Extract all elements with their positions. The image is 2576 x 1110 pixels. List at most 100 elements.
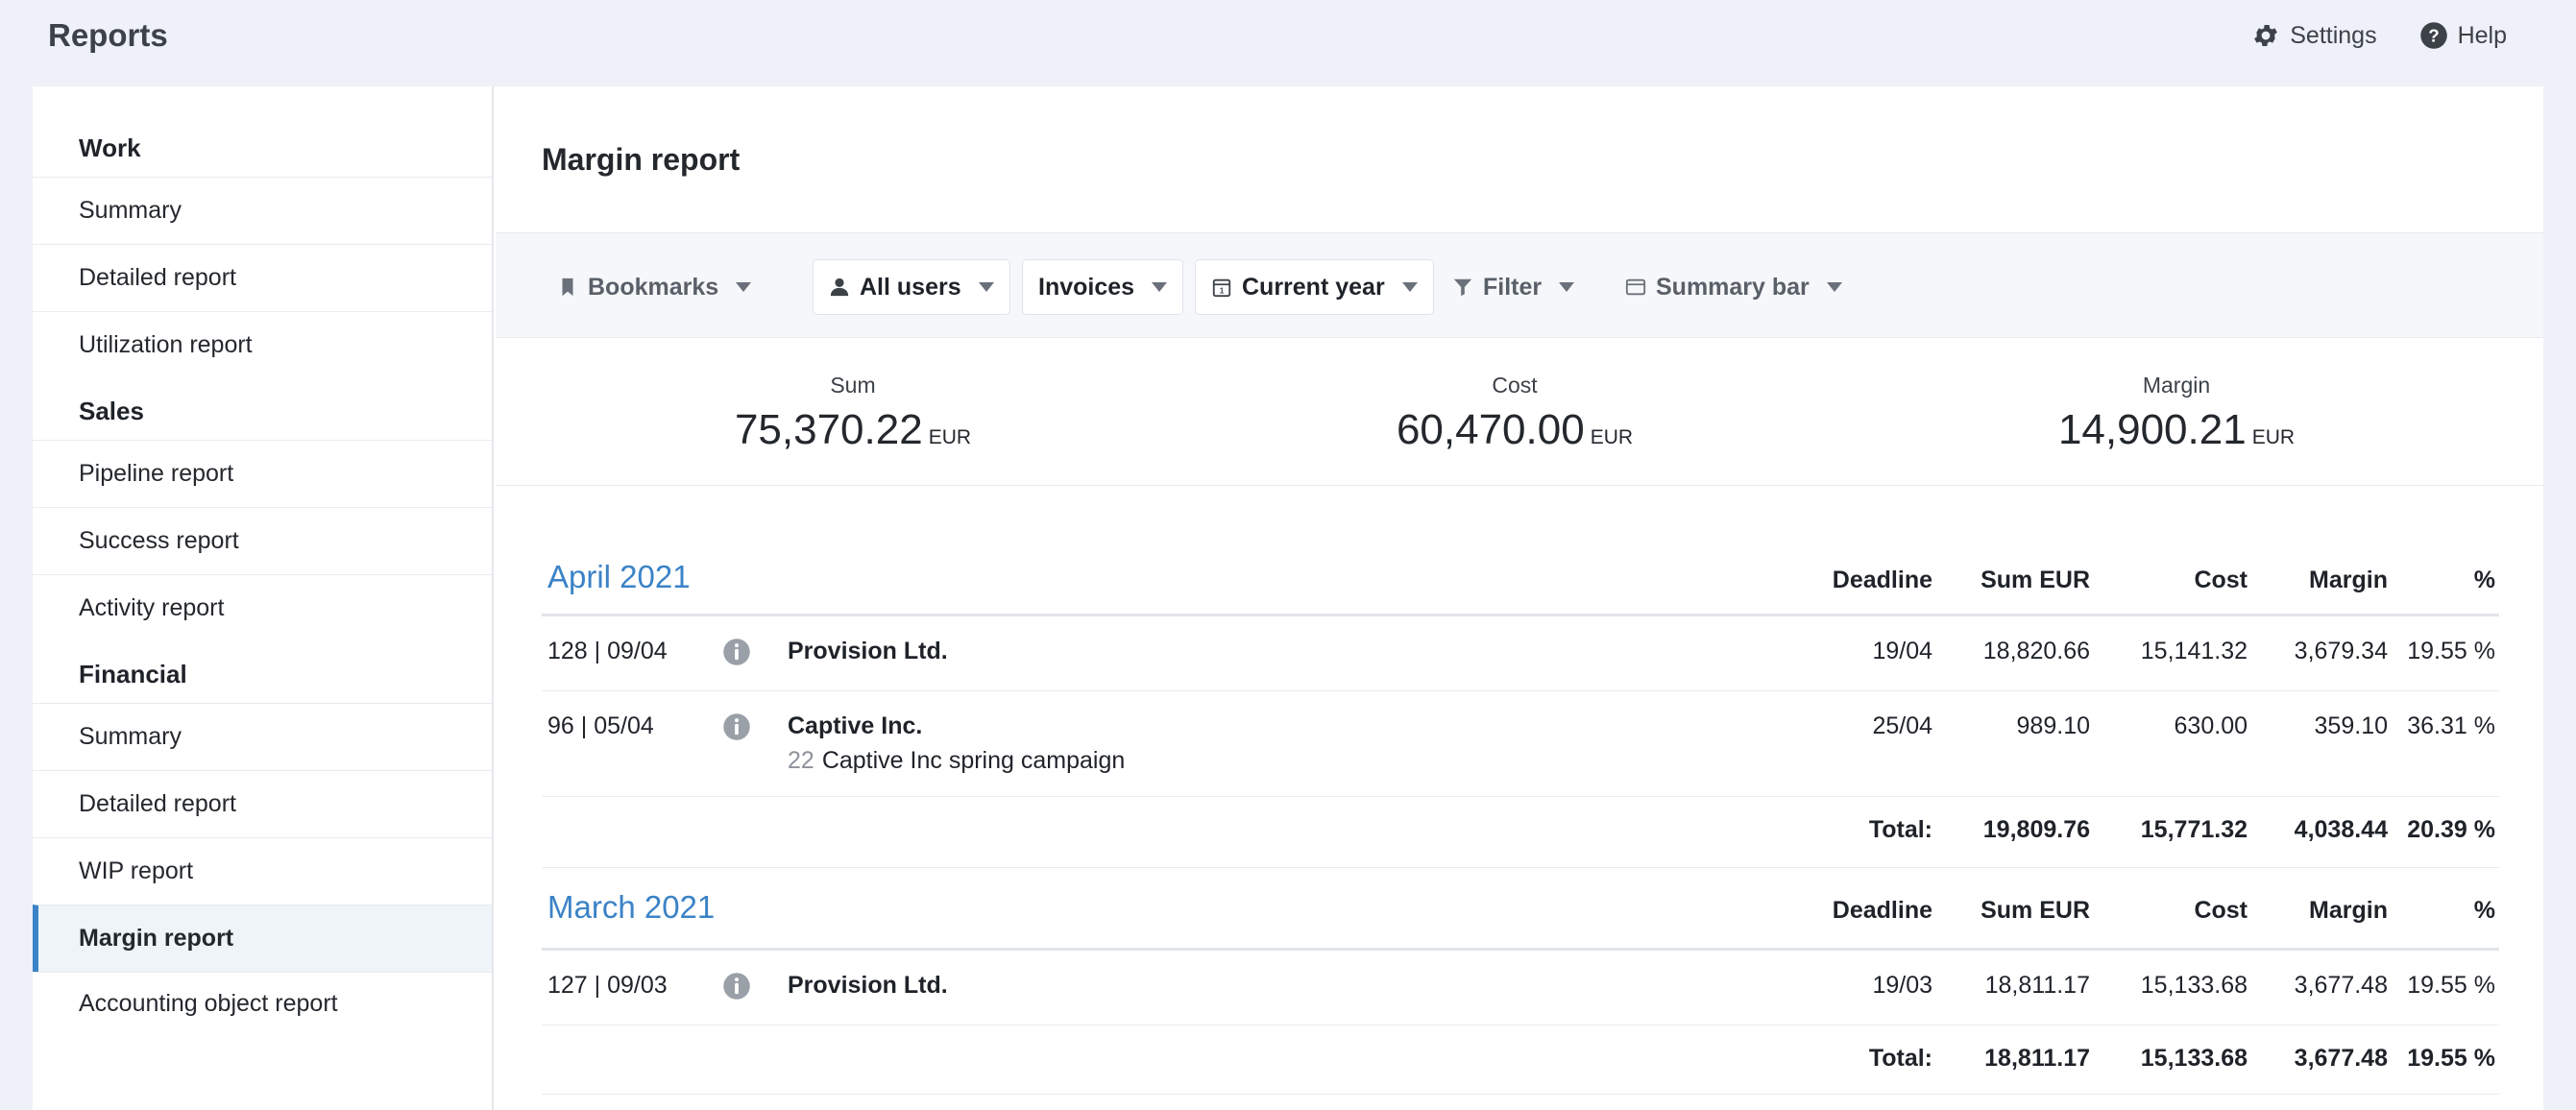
total-row: Total: 18,811.17 15,133.68 3,677.48 19.5…	[542, 1026, 2499, 1095]
invoices-dropdown[interactable]: Invoices	[1022, 259, 1184, 315]
sidebar-item-financial-detailed-report[interactable]: Detailed report	[33, 770, 492, 837]
sidebar: Work Summary Detailed report Utilization…	[33, 86, 494, 1110]
settings-label: Settings	[2290, 21, 2377, 49]
sum-cell: 989.10	[2016, 712, 2090, 739]
project-line[interactable]: 22 Captive Inc spring campaign	[788, 747, 1125, 775]
toolbar: Bookmarks All users Invoices 1 Current y…	[496, 232, 2543, 338]
invoice-number[interactable]: 96 | 05/04	[547, 712, 654, 740]
page-title: Margin report	[542, 142, 741, 177]
chevron-down-icon	[1152, 282, 1168, 292]
margin-cell: 3,677.48	[2294, 972, 2388, 999]
column-header-margin[interactable]: Margin	[2261, 567, 2388, 594]
info-icon[interactable]	[722, 638, 751, 666]
column-header-cost[interactable]: Cost	[2103, 897, 2248, 925]
column-header-sum[interactable]: Sum EUR	[1948, 567, 2090, 594]
filter-dropdown[interactable]: Filter	[1437, 259, 1590, 315]
total-cost: 15,133.68	[2140, 1045, 2248, 1072]
top-actions: Settings ? Help	[2251, 21, 2507, 50]
cost-summary: Cost 60,470.00 EUR	[1275, 373, 1755, 454]
sidebar-item-wip-report[interactable]: WIP report	[33, 837, 492, 905]
sidebar-item-utilization-report[interactable]: Utilization report	[33, 311, 492, 378]
project-number: 22	[788, 747, 814, 774]
sum-label: Sum	[830, 373, 876, 398]
summary-bar-dropdown[interactable]: Summary bar	[1610, 259, 1858, 315]
period-label: Current year	[1242, 273, 1385, 301]
bookmark-icon	[562, 278, 573, 297]
info-icon[interactable]	[722, 712, 751, 741]
month-title[interactable]: March 2021	[547, 889, 715, 926]
svg-text:?: ?	[2428, 25, 2439, 45]
column-header-deadline[interactable]: Deadline	[1740, 567, 1932, 594]
deadline-cell: 19/04	[1872, 638, 1932, 664]
percent-cell: 36.31 %	[2407, 712, 2495, 739]
sidebar-group-work: Work	[79, 133, 141, 162]
column-header-percent[interactable]: %	[2401, 567, 2495, 594]
sidebar-item-success-report[interactable]: Success report	[33, 507, 492, 574]
users-dropdown[interactable]: All users	[813, 259, 1010, 315]
project-name: Captive Inc spring campaign	[821, 747, 1126, 774]
column-header-cost[interactable]: Cost	[2103, 567, 2248, 594]
total-sum: 18,811.17	[1984, 1045, 2090, 1072]
client-name: Captive Inc.	[788, 712, 923, 739]
summary-bar: Sum 75,370.22 EUR Cost 60,470.00 EUR Margi…	[496, 338, 2543, 486]
month-header: April 2021 Deadline Sum EUR Cost Margin …	[542, 538, 2499, 616]
sidebar-group-financial: Financial	[79, 660, 187, 688]
sum-cell: 18,820.66	[1982, 638, 2090, 664]
cost-label: Cost	[1492, 373, 1538, 398]
sum-value: 75,370.22	[734, 406, 923, 453]
sidebar-item-activity-report[interactable]: Activity report	[33, 574, 492, 641]
column-header-deadline[interactable]: Deadline	[1740, 897, 1932, 925]
sidebar-item-work-detailed-report[interactable]: Detailed report	[33, 244, 492, 311]
cost-value: 60,470.00	[1396, 406, 1585, 453]
margin-cell: 359.10	[2314, 712, 2388, 739]
total-label: Total:	[1868, 1045, 1932, 1072]
cost-cell: 15,141.32	[2140, 638, 2248, 664]
margin-value: 14,900.21	[2057, 406, 2247, 453]
total-percent: 20.39 %	[2407, 816, 2495, 843]
sum-summary: Sum 75,370.22 EUR	[613, 373, 1093, 454]
users-label: All users	[860, 273, 961, 301]
total-margin: 4,038.44	[2294, 816, 2388, 843]
help-label: Help	[2457, 21, 2507, 49]
chevron-down-icon	[1401, 282, 1418, 292]
filter-icon	[1453, 278, 1472, 297]
percent-cell: 19.55 %	[2407, 972, 2495, 999]
filter-label: Filter	[1483, 273, 1543, 301]
settings-button[interactable]: Settings	[2251, 21, 2377, 50]
invoice-number[interactable]: 127 | 09/03	[547, 972, 668, 1000]
chevron-down-icon	[1559, 282, 1575, 292]
margin-report-table: April 2021 Deadline Sum EUR Cost Margin …	[542, 538, 2499, 1095]
calendar-icon: 1	[1212, 278, 1231, 298]
column-header-margin[interactable]: Margin	[2261, 897, 2388, 925]
sidebar-item-financial-summary[interactable]: Summary	[33, 703, 492, 770]
table-row[interactable]: 96 | 05/04 Captive Inc. 22 Captive Inc sp…	[542, 691, 2499, 797]
total-percent: 19.55 %	[2407, 1045, 2495, 1072]
month-title[interactable]: April 2021	[547, 559, 691, 595]
sidebar-item-margin-report[interactable]: Margin report	[33, 905, 492, 972]
help-icon: ?	[2419, 22, 2447, 49]
period-dropdown[interactable]: 1 Current year	[1195, 259, 1434, 315]
column-header-sum[interactable]: Sum EUR	[1948, 897, 2090, 925]
bookmarks-dropdown[interactable]: Bookmarks	[542, 259, 766, 315]
total-sum: 19,809.76	[1982, 816, 2090, 843]
sidebar-item-pipeline-report[interactable]: Pipeline report	[33, 440, 492, 507]
help-button[interactable]: ? Help	[2419, 21, 2507, 50]
currency-label: EUR	[1590, 426, 1634, 448]
cost-cell: 15,133.68	[2140, 972, 2248, 999]
chevron-down-icon	[1826, 282, 1842, 292]
client-name: Provision Ltd.	[788, 972, 948, 999]
info-icon[interactable]	[722, 972, 751, 1001]
margin-summary: Margin 14,900.21 EUR	[1936, 373, 2417, 454]
app-title: Reports	[48, 17, 168, 53]
currency-label: EUR	[2251, 426, 2296, 448]
sidebar-item-work-summary[interactable]: Summary	[33, 177, 492, 244]
table-row[interactable]: 127 | 09/03 Provision Ltd. 19/03 18,811.…	[542, 951, 2499, 1026]
percent-cell: 19.55 %	[2407, 638, 2495, 664]
total-row: Total: 19,809.76 15,771.32 4,038.44 20.3…	[542, 797, 2499, 868]
total-cost: 15,771.32	[2140, 816, 2248, 843]
currency-label: EUR	[928, 426, 972, 448]
sidebar-item-accounting-object-report[interactable]: Accounting object report	[33, 972, 492, 1035]
column-header-percent[interactable]: %	[2401, 897, 2495, 925]
invoice-number[interactable]: 128 | 09/04	[547, 638, 668, 665]
table-row[interactable]: 128 | 09/04 Provision Ltd. 19/04 18,820.…	[542, 616, 2499, 691]
